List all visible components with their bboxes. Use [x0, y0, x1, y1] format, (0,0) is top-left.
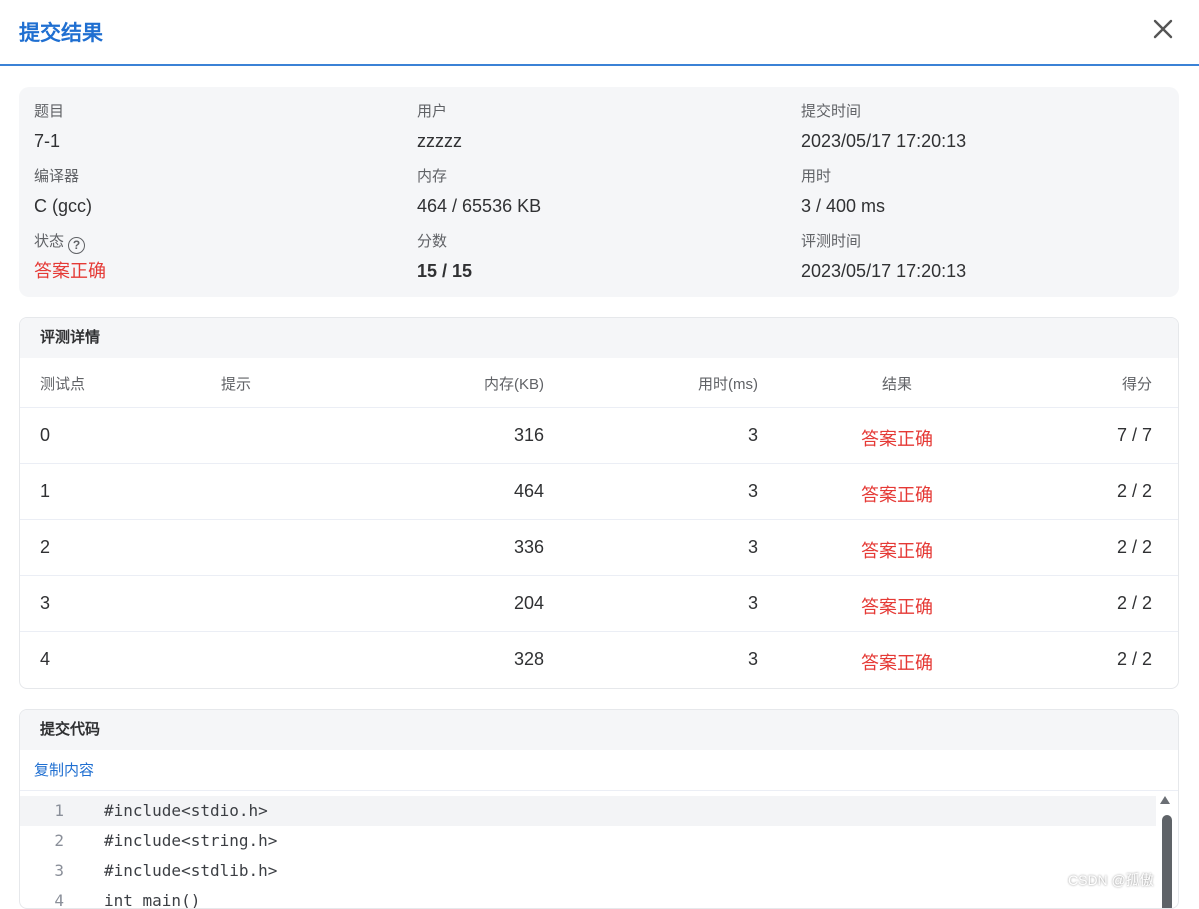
cell-score: 2 / 2 — [1116, 649, 1152, 669]
cell-case: 0 — [40, 425, 51, 445]
watermark: CSDN @孤傲 — [1068, 872, 1154, 888]
code-line: 1 #include<stdio.h> — [20, 796, 1156, 826]
status-label: 状态 — [34, 233, 65, 250]
info-label: 评测时间 — [801, 233, 862, 250]
info-problem: 题目 7-1 — [34, 102, 64, 153]
info-value: zzzzz — [417, 131, 462, 151]
info-value: 15 / 15 — [417, 261, 473, 281]
cell-result: 答案正确 — [861, 597, 933, 617]
info-submit-time: 提交时间 2023/05/17 17:20:13 — [801, 102, 966, 153]
cell-result: 答案正确 — [861, 541, 933, 561]
table-row: 3 204 3 答案正确 2 / 2 — [20, 576, 1178, 632]
info-label: 状态? — [34, 232, 106, 254]
cell-case: 2 — [40, 537, 51, 557]
copy-content-link[interactable]: 复制内容 — [34, 762, 94, 779]
scroll-up-arrow-icon[interactable] — [1160, 796, 1170, 804]
line-number: 2 — [54, 831, 64, 850]
submitted-code-panel: 提交代码 复制内容 1 #include<stdio.h> 2 #include… — [19, 709, 1179, 909]
info-judge-time: 评测时间 2023/05/17 17:20:13 — [801, 232, 966, 283]
info-label: 题目 — [34, 103, 65, 120]
info-time-used: 用时 3 / 400 ms — [801, 167, 885, 218]
info-score: 分数 15 / 15 — [417, 232, 472, 283]
cell-result: 答案正确 — [861, 653, 933, 673]
info-user: 用户 zzzzz — [417, 102, 462, 153]
table-row: 4 328 3 答案正确 2 / 2 — [20, 632, 1178, 688]
column-header-case: 测试点 — [40, 376, 86, 393]
table-row: 2 336 3 答案正确 2 / 2 — [20, 520, 1178, 576]
close-icon[interactable] — [1150, 16, 1176, 42]
table-row: 1 464 3 答案正确 2 / 2 — [20, 464, 1178, 520]
cell-time: 3 — [747, 649, 758, 669]
judge-detail-panel: 评测详情 测试点 提示 内存(KB) 用时(ms) 结果 得分 0 316 3 … — [19, 317, 1179, 689]
column-header-time: 用时(ms) — [698, 376, 758, 393]
code-editor[interactable]: 1 #include<stdio.h> 2 #include<string.h>… — [20, 791, 1178, 909]
code-line: 3 #include<stdlib.h> — [20, 856, 1156, 886]
cell-case: 4 — [40, 649, 51, 669]
cell-memory: 328 — [513, 649, 544, 669]
info-label: 用户 — [417, 103, 448, 120]
cell-result: 答案正确 — [861, 429, 933, 449]
cell-time: 3 — [747, 593, 758, 613]
code-line: 4 int main() — [20, 886, 1156, 909]
dialog-header: 提交结果 — [0, 0, 1199, 66]
info-value: 7-1 — [34, 131, 61, 151]
info-label: 提交时间 — [801, 103, 862, 120]
line-number: 4 — [54, 891, 64, 909]
info-value: 2023/05/17 17:20:13 — [801, 131, 967, 151]
table-row: 0 316 3 答案正确 7 / 7 — [20, 408, 1178, 464]
cell-time: 3 — [747, 481, 758, 501]
cell-memory: 204 — [513, 593, 544, 613]
line-text: #include<string.h> — [104, 831, 278, 850]
cell-time: 3 — [747, 425, 758, 445]
submission-info-card: 题目 7-1 用户 zzzzz 提交时间 2023/05/17 17:20:13… — [19, 87, 1179, 297]
info-label: 用时 — [801, 168, 832, 185]
scrollbar-thumb[interactable] — [1162, 815, 1172, 908]
cell-memory: 316 — [513, 425, 544, 445]
code-line: 2 #include<string.h> — [20, 826, 1156, 856]
cell-case: 1 — [40, 481, 51, 501]
column-header-result: 结果 — [881, 376, 912, 393]
info-compiler: 编译器 C (gcc) — [34, 167, 92, 218]
info-value: 3 / 400 ms — [801, 196, 886, 216]
info-status: 状态? 答案正确 — [34, 232, 106, 283]
info-value: 464 / 65536 KB — [417, 196, 542, 216]
line-text: int main() — [104, 891, 201, 909]
cell-score: 2 / 2 — [1116, 593, 1152, 613]
cell-result: 答案正确 — [861, 485, 933, 505]
column-header-hint: 提示 — [221, 376, 252, 393]
column-header-score: 得分 — [1121, 376, 1152, 393]
info-value: C (gcc) — [34, 196, 92, 216]
cell-time: 3 — [747, 537, 758, 557]
cell-memory: 464 — [513, 481, 544, 501]
line-text: #include<stdlib.h> — [104, 861, 278, 880]
info-label: 内存 — [417, 168, 448, 185]
info-value: 2023/05/17 17:20:13 — [801, 261, 967, 281]
column-header-memory: 内存(KB) — [483, 376, 544, 393]
info-label: 编译器 — [34, 168, 80, 185]
help-icon[interactable]: ? — [68, 237, 86, 254]
cell-case: 3 — [40, 593, 51, 613]
table-header: 测试点 提示 内存(KB) 用时(ms) 结果 得分 — [20, 358, 1178, 408]
dialog-title: 提交结果 — [19, 22, 103, 45]
cell-score: 7 / 7 — [1116, 425, 1152, 445]
panel-title: 评测详情 — [20, 318, 1178, 358]
cell-score: 2 / 2 — [1116, 481, 1152, 501]
status-badge: 答案正确 — [34, 261, 106, 281]
line-text: #include<stdio.h> — [104, 801, 268, 820]
line-number: 3 — [54, 861, 64, 880]
cell-memory: 336 — [513, 537, 544, 557]
info-memory: 内存 464 / 65536 KB — [417, 167, 541, 218]
info-label: 分数 — [417, 233, 448, 250]
copy-bar: 复制内容 — [20, 750, 1178, 791]
cell-score: 2 / 2 — [1116, 537, 1152, 557]
panel-title: 提交代码 — [20, 710, 1178, 750]
line-number: 1 — [54, 801, 64, 820]
